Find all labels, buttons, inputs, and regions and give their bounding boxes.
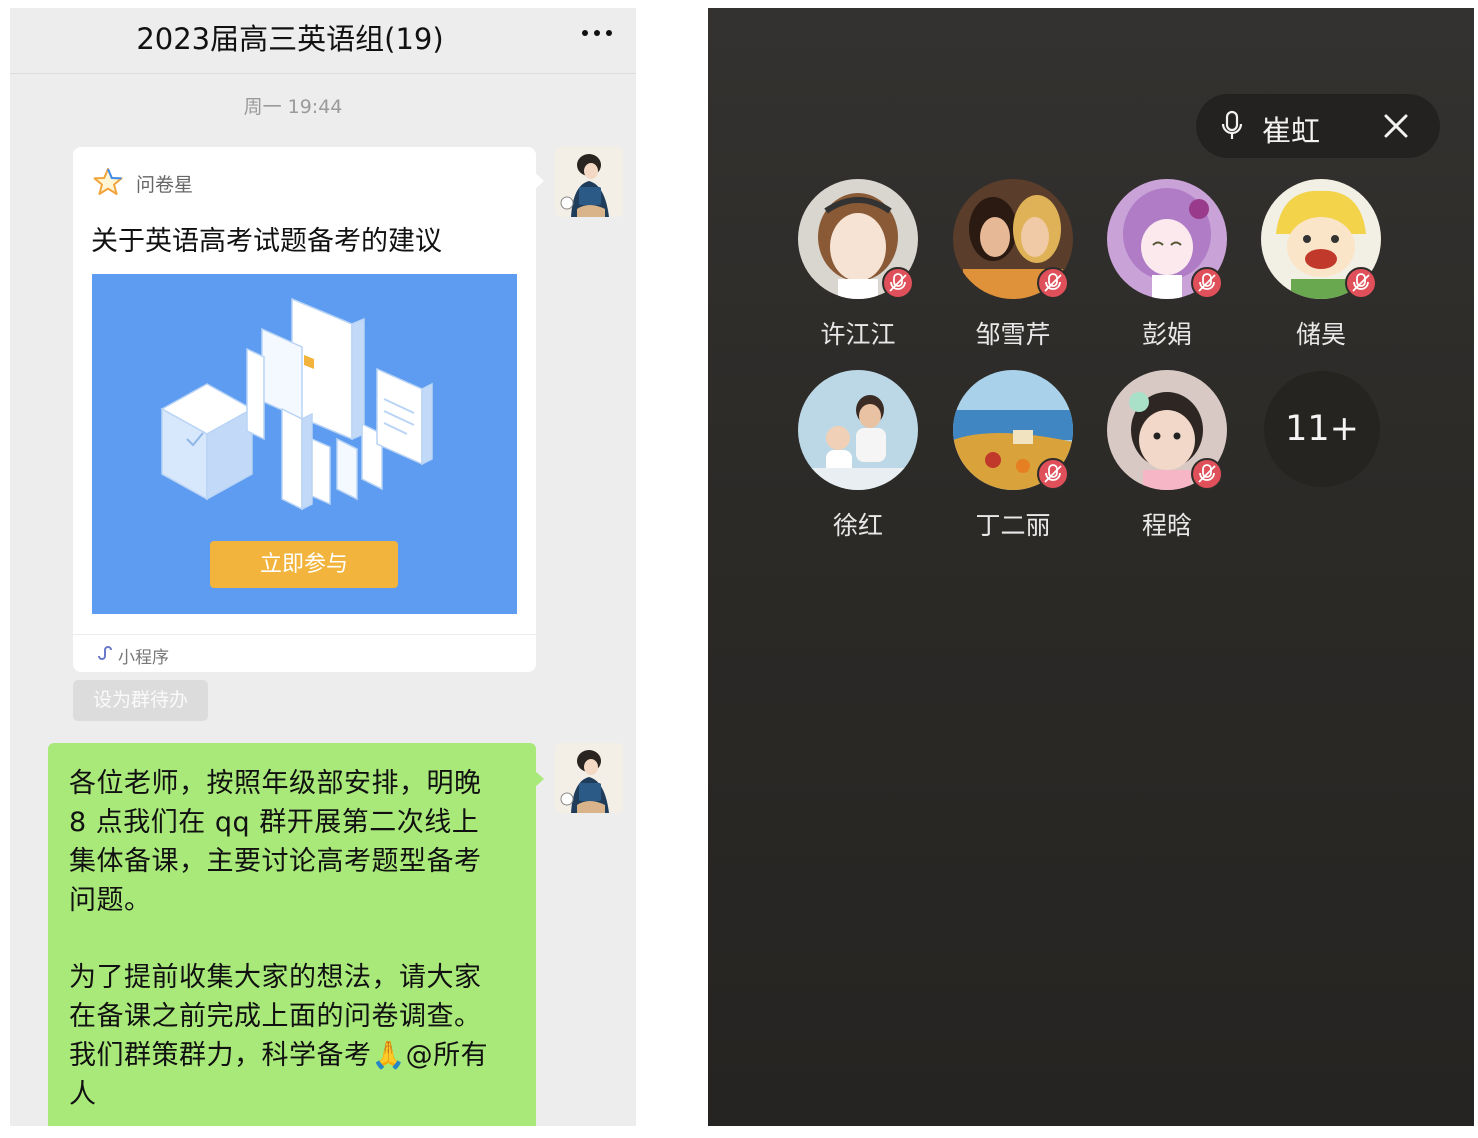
reading-woman-avatar-icon [555, 743, 623, 813]
set-group-todo-button[interactable]: 设为群待办 [73, 680, 208, 721]
participant-tile[interactable]: 丁二丽 [943, 370, 1083, 550]
current-speaker-pill[interactable]: 崔虹 [1196, 94, 1440, 158]
card-divider [73, 634, 536, 635]
sender-avatar[interactable] [555, 147, 623, 217]
message-line: 各位老师，按照年级部安排，明晚 [69, 768, 482, 799]
chat-header: 2023届高三英语组(19) [10, 8, 636, 74]
participant-tile[interactable]: 许江江 [788, 179, 928, 359]
participant-tile[interactable]: 邹雪芹 [943, 179, 1083, 359]
card-title: 关于英语高考试题备考的建议 [91, 226, 442, 257]
microphone-icon [1221, 110, 1243, 139]
join-survey-button[interactable]: 立即参与 [210, 541, 398, 588]
muted-microphone-icon [1037, 267, 1069, 299]
muted-microphone-icon [1191, 458, 1223, 490]
participant-name: 徐红 [832, 511, 883, 540]
card-cover-image: 立即参与 [92, 274, 517, 614]
miniprogram-label: 小程序 [118, 648, 169, 668]
card-bubble-tail [534, 172, 544, 190]
participant-avatar [798, 370, 918, 490]
survey-illustration-icon [160, 297, 433, 511]
muted-microphone-icon [1191, 267, 1223, 299]
star-icon [93, 168, 123, 195]
message-line: 问题。 [69, 885, 152, 916]
participant-tile[interactable]: 储昊 [1251, 179, 1391, 359]
participant-name: 丁二丽 [975, 511, 1051, 540]
message-line: 我们群策群力，科学备考🙏@所有 [69, 1040, 489, 1071]
more-participants-button[interactable]: 11+ [1264, 371, 1380, 487]
participant-name: 彭娟 [1141, 320, 1192, 349]
miniprogram-icon [98, 646, 112, 660]
reading-woman-avatar-icon [555, 147, 623, 217]
chat-title: 2023届高三英语组(19) [136, 22, 444, 56]
message-bubble-tail [534, 770, 544, 788]
message-line: 8 点我们在 qq 群开展第二次线上 [69, 807, 480, 838]
chat-panel: 2023届高三英语组(19) 周一 19:44 问卷星 关于英语高考试题备考的建… [10, 8, 636, 1126]
message-line: 在备课之前完成上面的问卷调查。 [69, 1001, 482, 1032]
participant-name: 储昊 [1295, 320, 1346, 349]
participant-tile[interactable]: 徐红 [788, 370, 928, 550]
participant-tile[interactable]: 彭娟 [1097, 179, 1237, 359]
muted-microphone-icon [1037, 458, 1069, 490]
miniprogram-card[interactable]: 问卷星 关于英语高考试题备考的建议 立即参与 小程序 [73, 147, 536, 672]
text-message-bubble[interactable]: 各位老师，按照年级部安排，明晚 8 点我们在 qq 群开展第二次线上 集体备课，… [48, 743, 536, 1126]
muted-microphone-icon [882, 267, 914, 299]
voice-call-panel: 崔虹 许江江 邹雪芹 彭娟 储昊 徐红 丁二丽 程晗 11+ [708, 8, 1474, 1126]
children-photo-avatar-icon [798, 370, 918, 490]
message-line: 集体备课，主要讨论高考题型备考 [69, 846, 482, 877]
participant-name: 许江江 [820, 320, 896, 349]
participant-name: 邹雪芹 [975, 320, 1051, 349]
message-line: 为了提前收集大家的想法，请大家 [69, 962, 482, 993]
muted-microphone-icon [1345, 267, 1377, 299]
card-source-label: 问卷星 [136, 174, 194, 196]
speaker-name: 崔虹 [1262, 114, 1321, 148]
participant-tile[interactable]: 程晗 [1097, 370, 1237, 550]
message-line: 人 [69, 1079, 97, 1110]
message-timestamp: 周一 19:44 [243, 96, 343, 118]
sender-avatar[interactable] [555, 743, 623, 813]
participant-name: 程晗 [1141, 511, 1192, 540]
close-icon[interactable] [1382, 112, 1410, 140]
ellipsis-icon[interactable] [580, 28, 614, 38]
